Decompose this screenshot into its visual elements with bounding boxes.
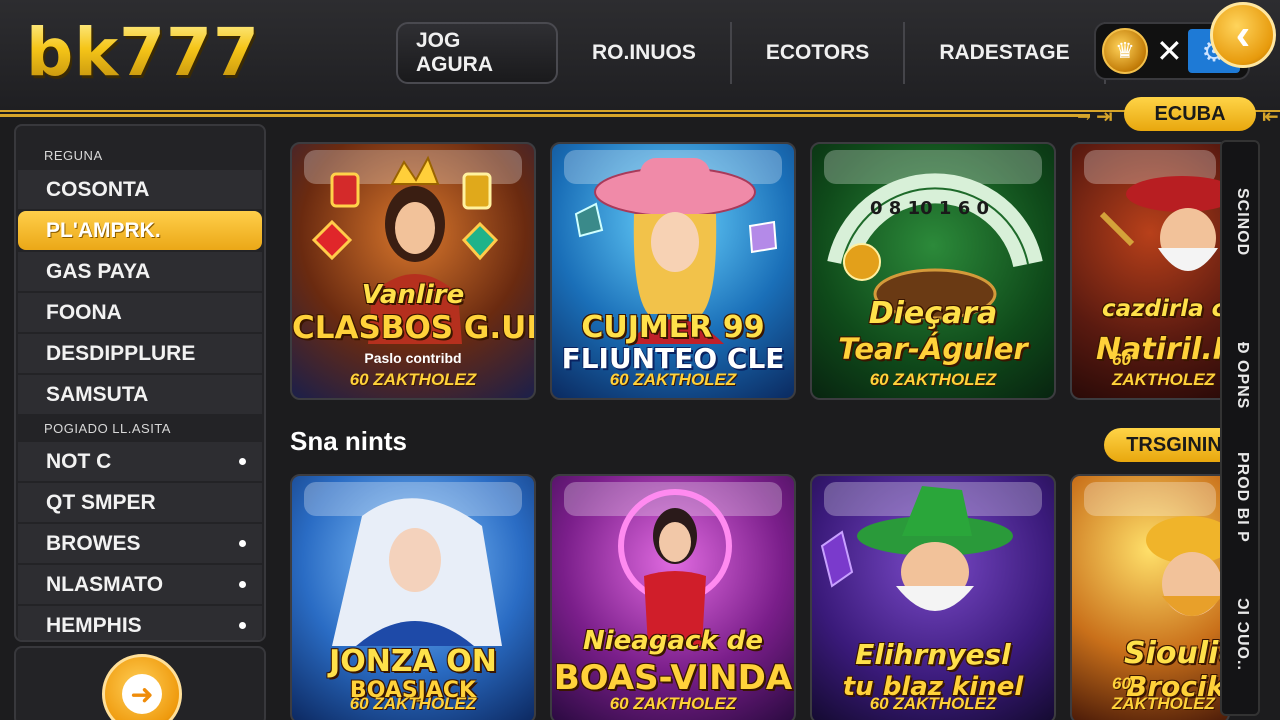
main-nav: JOG AGURA RO.INUOS ECOTORS RADESTAGE xyxy=(396,22,1106,84)
card-bonus: 60 ZAKTHOLEZ xyxy=(1112,674,1215,713)
svg-text:0 8 10 1 6 0: 0 8 10 1 6 0 xyxy=(870,198,989,219)
bullet-icon xyxy=(239,540,246,547)
sidebar-footer: ➜ xyxy=(14,646,266,720)
game-card-3[interactable]: 0 8 10 1 6 0 Dieçara Tear-Águler 60 ZAKT… xyxy=(810,142,1056,400)
game-card-7[interactable]: Elihrnyesl tu blaz kinel 60 ZAKTHOLEZ xyxy=(810,474,1056,720)
card-title: Dieçara xyxy=(868,296,998,331)
card-subtitle: CLASBOS G.UE xyxy=(292,310,536,346)
sidebar-item-nlasmato[interactable]: NLASMATO xyxy=(18,565,262,604)
sidebar-item-browes[interactable]: BROWES xyxy=(18,524,262,563)
sidebar-item-label: HEMPHIS xyxy=(46,613,142,637)
game-card-8[interactable]: Sioulic Brocik 60 ZAKTHOLEZ xyxy=(1070,474,1230,720)
sidebar-item-hemphis[interactable]: HEMPHIS xyxy=(18,606,262,640)
sidebar-item-samsuta[interactable]: SAMSUTA xyxy=(18,375,262,414)
nav-radestage[interactable]: RADESTAGE xyxy=(905,22,1106,84)
sidebar-item-foona[interactable]: FOONA xyxy=(18,293,262,332)
bullet-icon xyxy=(239,622,246,629)
game-card-5[interactable]: JONZA ON BOASJACK 60 ZAKTHOLEZ xyxy=(290,474,536,720)
arrow-right-icon: → xyxy=(1074,104,1094,126)
arrow-left-icon: ⇥ xyxy=(1096,106,1113,128)
section-title: Sna nints xyxy=(290,426,408,456)
game-card-1[interactable]: Vanlire CLASBOS G.UE Paslo contribd 60 Z… xyxy=(290,142,536,400)
card-bonus: 60 ZAKTHOLEZ xyxy=(869,370,997,389)
sidebar-item-not-c[interactable]: NOT C xyxy=(18,442,262,481)
arrow-right-icon: ➜ xyxy=(122,674,162,714)
card-title: Sioulic xyxy=(1124,636,1230,671)
game-card-2[interactable]: CUJMER 99 FLIUNTEO CLE 60 ZAKTHOLEZ xyxy=(550,142,796,400)
bullet-icon xyxy=(239,581,246,588)
rail-item-4[interactable]: ƆI ƆUO.. xyxy=(1222,598,1262,671)
card-title: cazdirla c xyxy=(1102,296,1226,322)
card-bonus: 60 ZAKTHOLEZ xyxy=(609,694,737,713)
sidebar-item-label: SAMSUTA xyxy=(46,382,149,406)
region-button[interactable]: ECUBA xyxy=(1124,97,1256,131)
card-bonus: 60 ZAKTHOLEZ xyxy=(349,694,477,713)
sidebar-item-plamprk[interactable]: PL'AMPRK. xyxy=(18,211,262,250)
nav-ecotors[interactable]: ECOTORS xyxy=(732,22,906,84)
game-card-4[interactable]: cazdirla c Natiril.R 60 ZAKTHOLEZ xyxy=(1070,142,1230,400)
sidebar-item-label: NLASMATO xyxy=(46,572,164,596)
back-chevron-icon[interactable]: ‹ xyxy=(1210,2,1276,68)
card-bonus: 60 ZAKTHOLEZ xyxy=(609,370,737,389)
sidebar-item-label: COSONTA xyxy=(46,177,150,201)
sidebar-section-title-2: POGIADO LL.ASITA xyxy=(44,421,171,436)
card-bonus: 60 ZAKTHOLEZ xyxy=(1112,350,1215,389)
rail-item-3[interactable]: PROD BI P xyxy=(1222,452,1262,543)
card-title: CUJMER 99 xyxy=(581,310,765,345)
card-title: JONZA ON xyxy=(329,644,497,679)
card-title: Nieagack de xyxy=(582,626,763,656)
sidebar-item-label: PL'AMPRK. xyxy=(46,218,161,242)
sidebar-item-label: NOT C xyxy=(46,449,112,473)
sidebar-item-label: BROWES xyxy=(46,531,141,555)
sidebar-item-qt-smper[interactable]: QT SMPER xyxy=(18,483,262,522)
card-subtitle: BOAS-VINDA xyxy=(553,658,793,698)
nav-ro-inuos[interactable]: RO.INUOS xyxy=(558,22,732,84)
card-title: Elihrnyesl xyxy=(855,638,1011,671)
coin-icon[interactable]: ♛ xyxy=(1102,28,1148,74)
sidebar-item-gas-paya[interactable]: GAS PAYA xyxy=(18,252,262,291)
sidebar-item-desdipplure[interactable]: DESDIPPLURE xyxy=(18,334,262,373)
sidebar-item-cosonta[interactable]: COSONTA xyxy=(18,170,262,209)
header-divider xyxy=(0,114,1090,117)
card-subtitle: Tear-Águler xyxy=(838,332,1028,366)
sidebar-item-label: QT SMPER xyxy=(46,490,156,514)
arrow-right-icon-2: ⇤ xyxy=(1262,106,1279,128)
site-logo[interactable]: bk777 xyxy=(26,14,260,91)
card-tagline: Paslo contribd xyxy=(364,350,462,366)
rail-item-1[interactable]: SCINOD xyxy=(1222,188,1262,256)
sidebar-item-label: FOONA xyxy=(46,300,122,324)
card-title: Vanlire xyxy=(361,280,465,310)
sidebar-item-label: GAS PAYA xyxy=(46,259,151,283)
game-card-6[interactable]: Nieagack de BOAS-VINDA 60 ZAKTHOLEZ xyxy=(550,474,796,720)
bullet-icon xyxy=(239,458,246,465)
play-button[interactable]: ➜ xyxy=(102,654,182,720)
close-icon[interactable]: ✕ xyxy=(1156,32,1183,70)
card-bonus: 60 ZAKTHOLEZ xyxy=(869,694,997,713)
sidebar-section-title: REGUNA xyxy=(44,148,103,163)
card-bonus: 60 ZAKTHOLEZ xyxy=(349,370,477,389)
sidebar: REGUNA COSONTA PL'AMPRK. GAS PAYA FOONA … xyxy=(14,124,266,642)
top-header: bk777 JOG AGURA RO.INUOS ECOTORS RADESTA… xyxy=(0,0,1280,112)
rail-item-2[interactable]: Ð OPNS xyxy=(1222,342,1262,409)
sidebar-item-label: DESDIPPLURE xyxy=(46,341,196,365)
nav-jog-agura[interactable]: JOG AGURA xyxy=(396,22,558,84)
right-rail: SCINOD Ð OPNS PROD BI P ƆI ƆUO.. xyxy=(1220,140,1260,716)
